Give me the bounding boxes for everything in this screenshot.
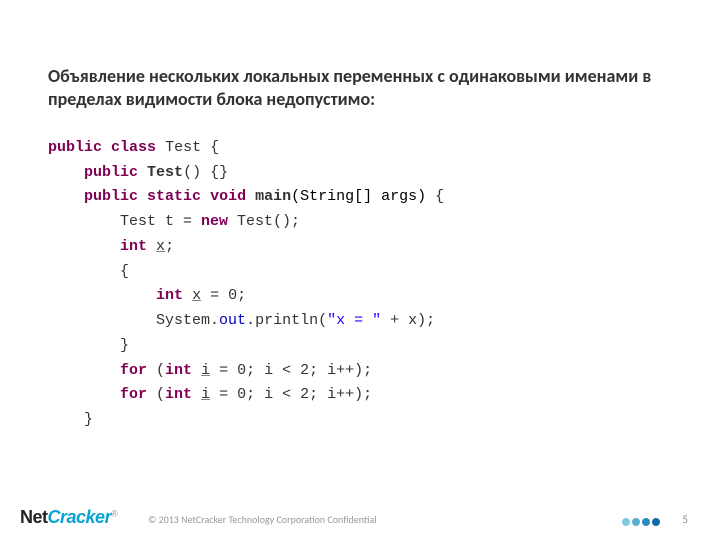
dot-icon <box>652 518 660 526</box>
kw-int: int <box>120 238 147 255</box>
kw-int: int <box>156 287 183 304</box>
kw-for: for <box>120 362 147 379</box>
code-text: System. <box>156 312 219 329</box>
code-text: Test(); <box>228 213 300 230</box>
kw-void: void <box>210 188 246 205</box>
kw-new: new <box>201 213 228 230</box>
kw-static: static <box>147 188 201 205</box>
page-number: 5 <box>682 513 688 526</box>
logo-cracker: Cracker <box>48 507 112 527</box>
copyright: © 2013 NetCracker Technology Corporation… <box>148 513 377 526</box>
main-args: (String[] args) <box>291 188 426 205</box>
brace: } <box>84 411 93 428</box>
sp <box>147 238 156 255</box>
code-block: public class Test { public Test() {} pub… <box>48 136 672 433</box>
fn-main: main <box>255 188 291 205</box>
code-text: = 0; <box>201 287 246 304</box>
brace: } <box>120 337 129 354</box>
kw-int: int <box>165 362 192 379</box>
dot-icon <box>622 518 630 526</box>
dot-icon <box>632 518 640 526</box>
code-text: = 0; i < 2; i++); <box>210 386 372 403</box>
dots-decoration <box>622 518 660 526</box>
sp <box>183 287 192 304</box>
ctor-name: Test <box>147 164 183 181</box>
logo-net: Net <box>20 507 48 527</box>
kw-public: public <box>84 188 138 205</box>
paren: ( <box>147 362 165 379</box>
body: {} <box>210 164 228 181</box>
sp <box>192 386 201 403</box>
logo-reg: ® <box>111 509 118 519</box>
class-name: Test <box>165 139 201 156</box>
brace: { <box>120 263 129 280</box>
kw-public: public <box>84 164 138 181</box>
semi: ; <box>165 238 174 255</box>
field-out: out <box>219 312 246 329</box>
dot-icon <box>642 518 650 526</box>
kw-public: public <box>48 139 102 156</box>
slide-heading: Объявление нескольких локальных переменн… <box>48 65 672 112</box>
code-text: + x); <box>381 312 435 329</box>
brace: { <box>210 139 219 156</box>
logo: NetCracker® <box>20 507 118 528</box>
var-x: x <box>192 287 201 304</box>
kw-int: int <box>165 386 192 403</box>
brace: { <box>435 188 444 205</box>
var-x: x <box>156 238 165 255</box>
slide-footer: NetCracker® © 2013 NetCracker Technology… <box>0 500 720 530</box>
code-text: = 0; i < 2; i++); <box>210 362 372 379</box>
kw-class: class <box>111 139 156 156</box>
paren: ( <box>147 386 165 403</box>
code-text: .println( <box>246 312 327 329</box>
var-i: i <box>201 386 210 403</box>
parens: () <box>183 164 201 181</box>
string-literal: "x = " <box>327 312 381 329</box>
code-text: Test t = <box>120 213 201 230</box>
var-i: i <box>201 362 210 379</box>
sp <box>192 362 201 379</box>
kw-for: for <box>120 386 147 403</box>
